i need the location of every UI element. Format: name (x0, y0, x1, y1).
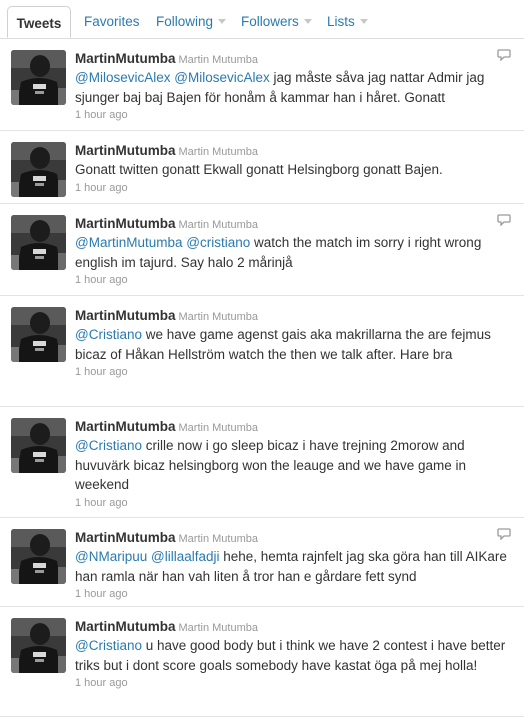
tweet-text: @MilosevicAlex @MilosevicAlex jag måste … (75, 68, 515, 107)
tweet-item[interactable]: MartinMutumba Martin Mutumba Gonatt twitte… (0, 131, 524, 204)
tweet-text: Gonatt twitten gonatt Ekwall gonatt Hels… (75, 160, 515, 180)
tweet-item[interactable]: MartinMutumba Martin Mutumba @MartinMutumb… (0, 204, 524, 296)
tweet-item[interactable]: MartinMutumba Martin Mutumba @Cristiano we… (0, 296, 524, 407)
mention-link[interactable]: @NMaripuu (75, 549, 147, 564)
avatar[interactable] (11, 50, 66, 105)
timestamp[interactable]: 1 hour ago (75, 108, 515, 122)
full-name: Martin Mutumba (178, 422, 258, 434)
mention-link[interactable]: @lillaalfadji (151, 549, 219, 564)
tweet-header: MartinMutumba Martin Mutumba (75, 307, 515, 325)
screen-name[interactable]: MartinMutumba (75, 216, 176, 231)
tweet-text-segment: Gonatt twitten gonatt Ekwall gonatt Hels… (75, 162, 443, 177)
mention-link[interactable]: @MilosevicAlex (75, 70, 170, 85)
full-name: Martin Mutumba (178, 219, 258, 231)
reply-icon[interactable] (497, 48, 511, 66)
tab-lists[interactable]: Lists (327, 0, 368, 38)
tweet-header: MartinMutumba Martin Mutumba (75, 529, 515, 547)
timestamp[interactable]: 1 hour ago (75, 496, 515, 510)
timestamp[interactable]: 1 hour ago (75, 273, 515, 287)
screen-name[interactable]: MartinMutumba (75, 419, 176, 434)
chevron-down-icon (303, 19, 312, 24)
full-name: Martin Mutumba (178, 54, 258, 66)
tweet-content: MartinMutumba Martin Mutumba @MilosevicAle… (75, 50, 515, 122)
avatar[interactable] (11, 529, 66, 584)
tweet-header: MartinMutumba Martin Mutumba (75, 618, 515, 636)
full-name: Martin Mutumba (178, 146, 258, 158)
tweet-content: MartinMutumba Martin Mutumba @Cristiano cr… (75, 418, 515, 510)
tweet-content: MartinMutumba Martin Mutumba @MartinMutumb… (75, 215, 515, 287)
tab-favorites[interactable]: Favorites (84, 0, 140, 38)
timestamp[interactable]: 1 hour ago (75, 587, 515, 601)
avatar[interactable] (11, 307, 66, 362)
chevron-down-icon (359, 19, 368, 24)
screen-name[interactable]: MartinMutumba (75, 530, 176, 545)
reply-icon[interactable] (497, 527, 511, 545)
tweet-header: MartinMutumba Martin Mutumba (75, 142, 515, 160)
profile-tabs: Tweets Favorites Following Followers Lis… (0, 0, 524, 39)
full-name: Martin Mutumba (178, 622, 258, 634)
tab-favorites-label: Favorites (84, 14, 140, 29)
mention-link[interactable]: @MilosevicAlex (174, 70, 269, 85)
tweet-text: @NMaripuu @lillaalfadji hehe, hemta rajn… (75, 547, 515, 586)
timestamp[interactable]: 1 hour ago (75, 365, 515, 379)
tab-following[interactable]: Following (156, 0, 227, 38)
mention-link[interactable]: @Cristiano (75, 638, 142, 653)
tab-tweets[interactable]: Tweets (7, 6, 71, 38)
tweet-header: MartinMutumba Martin Mutumba (75, 418, 515, 436)
reply-icon[interactable] (497, 213, 511, 231)
tweet-item[interactable]: MartinMutumba Martin Mutumba @Cristiano cr… (0, 407, 524, 518)
screen-name[interactable]: MartinMutumba (75, 143, 176, 158)
mention-link[interactable]: @Cristiano (75, 438, 142, 453)
tweet-header: MartinMutumba Martin Mutumba (75, 215, 515, 233)
screen-name[interactable]: MartinMutumba (75, 51, 176, 66)
avatar[interactable] (11, 418, 66, 473)
tab-followers[interactable]: Followers (241, 0, 312, 38)
avatar[interactable] (11, 618, 66, 673)
tweet-text: @Cristiano u have good body but i think … (75, 636, 515, 675)
tweet-item[interactable]: MartinMutumba Martin Mutumba @MilosevicAle… (0, 39, 524, 131)
tweet-item[interactable]: MartinMutumba Martin Mutumba @NMaripuu @li… (0, 518, 524, 607)
tweet-text: @Cristiano crille now i go sleep bicaz i… (75, 436, 515, 495)
screen-name[interactable]: MartinMutumba (75, 308, 176, 323)
avatar[interactable] (11, 215, 66, 270)
tweet-content: MartinMutumba Martin Mutumba @Cristiano we… (75, 307, 515, 379)
tab-lists-label: Lists (327, 14, 355, 29)
tweet-content: MartinMutumba Martin Mutumba Gonatt twitte… (75, 142, 515, 195)
mention-link[interactable]: @Cristiano (75, 327, 142, 342)
tab-followers-label: Followers (241, 14, 299, 29)
timestamp[interactable]: 1 hour ago (75, 181, 515, 195)
full-name: Martin Mutumba (178, 533, 258, 545)
avatar[interactable] (11, 142, 66, 197)
tweet-content: MartinMutumba Martin Mutumba @NMaripuu @li… (75, 529, 515, 601)
full-name: Martin Mutumba (178, 311, 258, 323)
mention-link[interactable]: @cristiano (186, 235, 250, 250)
tab-following-label: Following (156, 14, 214, 29)
tweet-content: MartinMutumba Martin Mutumba @Cristiano u … (75, 618, 515, 690)
screen-name[interactable]: MartinMutumba (75, 619, 176, 634)
tweet-header: MartinMutumba Martin Mutumba (75, 50, 515, 68)
timestamp[interactable]: 1 hour ago (75, 676, 515, 690)
tweet-text: @Cristiano we have game agenst gais aka … (75, 325, 515, 364)
mention-link[interactable]: @MartinMutumba (75, 235, 183, 250)
tweet-text: @MartinMutumba @cristiano watch the matc… (75, 233, 515, 272)
chevron-down-icon (218, 19, 227, 24)
tweet-item[interactable]: MartinMutumba Martin Mutumba @Cristiano u … (0, 607, 524, 717)
